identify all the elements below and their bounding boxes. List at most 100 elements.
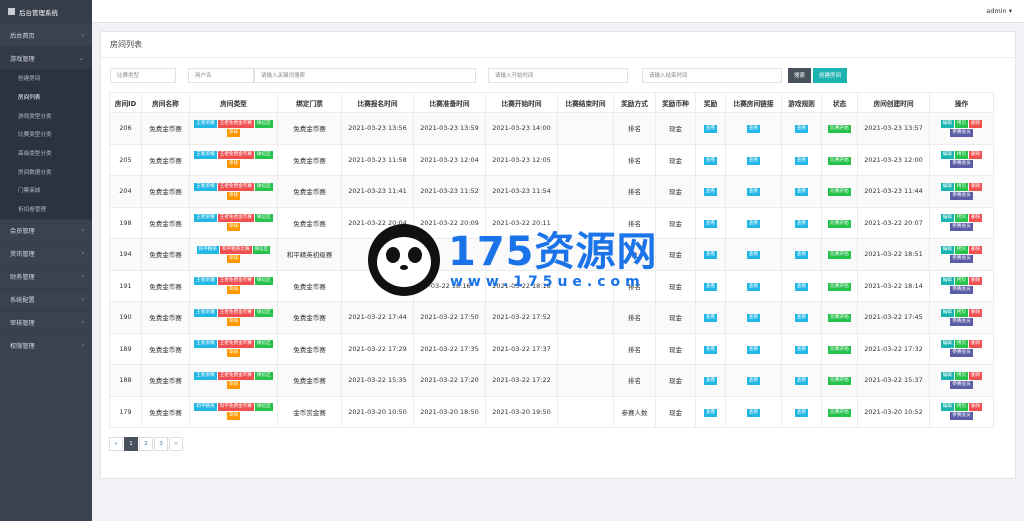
page-link[interactable]: 3 xyxy=(154,437,168,451)
delete-button[interactable]: 删除 xyxy=(969,277,983,286)
edit-button[interactable]: 编辑 xyxy=(940,340,954,349)
view-link-button[interactable]: 查看 xyxy=(746,156,761,165)
edit-button[interactable]: 编辑 xyxy=(940,277,954,286)
sidebar-item[interactable]: 资讯管理 › xyxy=(0,241,92,265)
members-button[interactable]: 参赛会员 xyxy=(950,412,973,421)
members-button[interactable]: 参赛会员 xyxy=(950,191,973,200)
members-button[interactable]: 参赛会员 xyxy=(950,254,973,263)
page-link[interactable]: 2 xyxy=(139,437,153,451)
view-rules-button[interactable]: 查看 xyxy=(794,314,809,322)
edit-button[interactable]: 编辑 xyxy=(940,151,954,160)
view-rules-button[interactable]: 查看 xyxy=(794,219,809,228)
sidebar-item[interactable]: 系统配置 › xyxy=(0,287,92,311)
view-reward-button[interactable]: 查看 xyxy=(703,156,718,165)
view-link-button[interactable]: 查看 xyxy=(746,219,761,228)
page-link[interactable]: » xyxy=(169,437,183,451)
view-reward-button[interactable]: 查看 xyxy=(703,219,718,228)
sidebar-item[interactable]: 审核管理 › xyxy=(0,310,92,334)
view-link-button[interactable]: 查看 xyxy=(746,345,761,354)
edit-button[interactable]: 编辑 xyxy=(940,245,954,254)
delete-button[interactable]: 删除 xyxy=(969,245,983,254)
delete-button[interactable]: 删除 xyxy=(969,182,983,191)
keyword-input[interactable]: 请输入关键词搜索 xyxy=(254,67,476,83)
delete-button[interactable]: 删除 xyxy=(969,340,983,349)
sidebar-item[interactable]: 财务管理 › xyxy=(0,264,92,288)
copy-button[interactable]: 拷贝 xyxy=(954,277,969,286)
copy-button[interactable]: 拷贝 xyxy=(954,371,969,380)
delete-button[interactable]: 删除 xyxy=(969,151,983,160)
sidebar-item[interactable]: 权限管理 › xyxy=(0,333,92,357)
submenu-item[interactable]: 房间数据分类 xyxy=(0,162,92,181)
search-button[interactable]: 搜索 xyxy=(788,67,812,83)
view-rules-button[interactable]: 查看 xyxy=(794,282,809,291)
view-rules-button[interactable]: 查看 xyxy=(794,156,809,165)
view-link-button[interactable]: 查看 xyxy=(746,188,761,196)
view-reward-button[interactable]: 查看 xyxy=(703,125,718,133)
members-button[interactable]: 参赛会员 xyxy=(950,349,973,358)
view-link-button[interactable]: 查看 xyxy=(746,125,761,133)
edit-button[interactable]: 编辑 xyxy=(940,371,954,380)
view-link-button[interactable]: 查看 xyxy=(746,408,761,417)
start-time-input[interactable]: 请输入开始时间 xyxy=(488,67,628,83)
view-rules-button[interactable]: 查看 xyxy=(794,408,809,417)
submenu-item[interactable]: 门票商城 xyxy=(0,181,92,200)
delete-button[interactable]: 删除 xyxy=(969,308,983,317)
view-reward-button[interactable]: 查看 xyxy=(703,377,718,385)
view-reward-button[interactable]: 查看 xyxy=(703,408,718,417)
view-link-button[interactable]: 查看 xyxy=(746,377,761,385)
page-link[interactable]: 1 xyxy=(124,437,138,451)
view-rules-button[interactable]: 查看 xyxy=(794,188,809,196)
members-button[interactable]: 参赛会员 xyxy=(950,128,973,137)
view-rules-button[interactable]: 查看 xyxy=(794,377,809,385)
edit-button[interactable]: 编辑 xyxy=(940,182,954,191)
submenu-item[interactable]: 创建房间 xyxy=(0,69,92,88)
members-button[interactable]: 参赛会员 xyxy=(950,223,973,232)
delete-button[interactable]: 删除 xyxy=(969,119,983,128)
copy-button[interactable]: 拷贝 xyxy=(954,182,969,191)
members-button[interactable]: 参赛会员 xyxy=(950,380,973,389)
match-type-select[interactable]: 比赛类型 xyxy=(110,67,176,83)
username-input[interactable]: 用户名 xyxy=(188,67,254,83)
edit-button[interactable]: 编辑 xyxy=(940,403,954,412)
submenu-item[interactable]: 高级类型分类 xyxy=(0,144,92,163)
delete-button[interactable]: 删除 xyxy=(969,403,983,412)
copy-button[interactable]: 拷贝 xyxy=(954,340,969,349)
view-rules-button[interactable]: 查看 xyxy=(794,125,809,133)
copy-button[interactable]: 拷贝 xyxy=(954,308,969,317)
members-button[interactable]: 参赛会员 xyxy=(950,286,973,295)
view-link-button[interactable]: 查看 xyxy=(746,251,761,259)
delete-button[interactable]: 删除 xyxy=(969,214,983,223)
sidebar-item[interactable]: 后台首页 › xyxy=(0,23,92,46)
edit-button[interactable]: 编辑 xyxy=(940,119,954,128)
copy-button[interactable]: 拷贝 xyxy=(954,245,969,254)
edit-button[interactable]: 编辑 xyxy=(940,308,954,317)
submenu-item[interactable]: 比赛类型分类 xyxy=(0,125,92,144)
view-reward-button[interactable]: 查看 xyxy=(703,314,718,322)
end-time-input[interactable]: 请输入结束时间 xyxy=(642,67,782,83)
view-reward-button[interactable]: 查看 xyxy=(703,188,718,196)
copy-button[interactable]: 拷贝 xyxy=(954,119,969,128)
submenu-item[interactable]: 游戏类型分类 xyxy=(0,106,92,125)
delete-button[interactable]: 删除 xyxy=(969,371,983,380)
copy-button[interactable]: 拷贝 xyxy=(954,403,969,412)
copy-button[interactable]: 拷贝 xyxy=(954,151,969,160)
sidebar-item[interactable]: 会员管理 › xyxy=(0,218,92,242)
sidebar-item[interactable]: 游戏管理 ⌄ xyxy=(0,46,92,69)
view-link-button[interactable]: 查看 xyxy=(746,282,761,291)
copy-button[interactable]: 拷贝 xyxy=(954,214,969,223)
view-reward-button[interactable]: 查看 xyxy=(703,251,718,259)
user-menu[interactable]: admin ▾ xyxy=(986,7,1012,15)
submenu-item[interactable]: 房间列表 xyxy=(0,88,92,107)
view-link-button[interactable]: 查看 xyxy=(746,314,761,322)
view-rules-button[interactable]: 查看 xyxy=(794,345,809,354)
submenu-item[interactable]: 折扣卷管理 xyxy=(0,200,92,219)
view-reward-button[interactable]: 查看 xyxy=(703,282,718,291)
edit-button[interactable]: 编辑 xyxy=(940,214,954,223)
actions-cell: 编辑 拷贝 删除 参赛会员 xyxy=(929,364,994,397)
view-rules-button[interactable]: 查看 xyxy=(794,251,809,259)
page-link[interactable]: « xyxy=(109,437,123,451)
create-room-button[interactable]: 创建房间 xyxy=(813,67,848,83)
members-button[interactable]: 参赛会员 xyxy=(950,160,973,169)
members-button[interactable]: 参赛会员 xyxy=(950,317,973,326)
view-reward-button[interactable]: 查看 xyxy=(703,345,718,354)
